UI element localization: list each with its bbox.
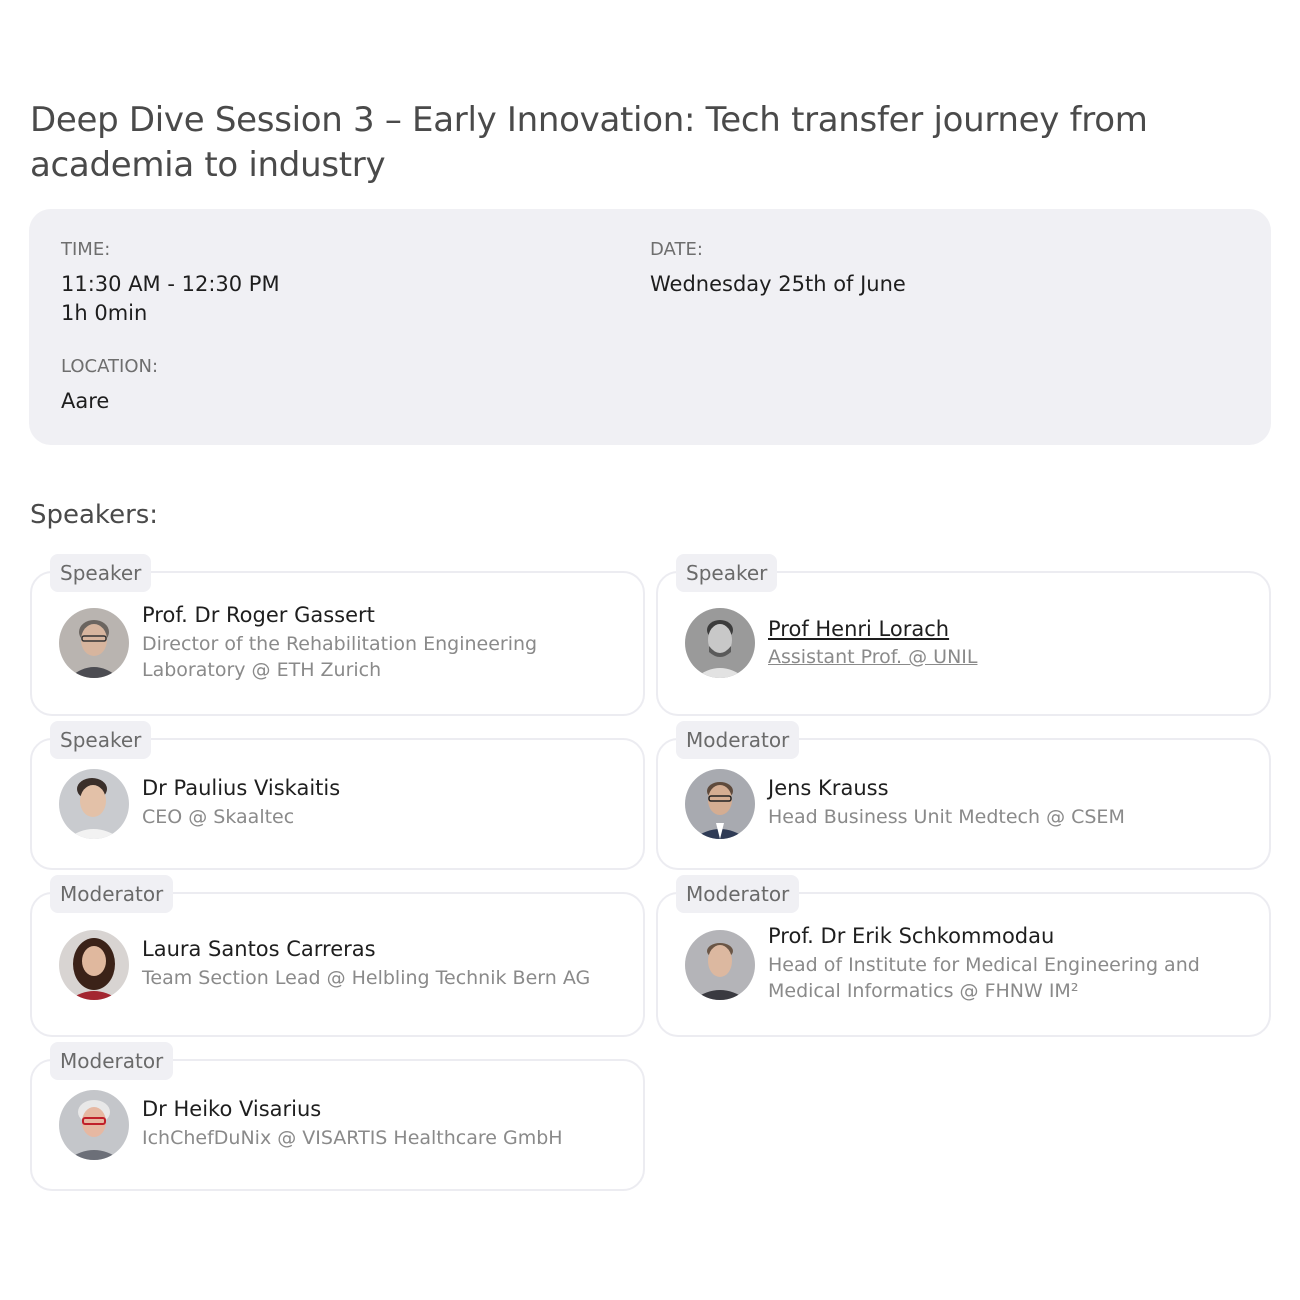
speaker-card: Speaker Dr Paulius Viskaitis CEO @ Skaal…	[30, 721, 645, 871]
person-photo-icon	[685, 769, 755, 839]
speaker-name: Prof. Dr Roger Gassert	[142, 603, 375, 627]
role-tag: Speaker	[50, 554, 152, 592]
speaker-card: Moderator Dr Heiko Visarius IchChefDuNix…	[30, 1042, 645, 1192]
person-photo-icon	[59, 1090, 129, 1160]
role-tag: Speaker	[676, 554, 778, 592]
speaker-title: Head Business Unit Medtech @ CSEM	[768, 806, 1125, 828]
location-value: Aare	[61, 389, 110, 413]
time-label: TIME:	[61, 239, 111, 260]
location-block: LOCATION: Aare	[61, 356, 158, 416]
person-photo-icon	[59, 769, 129, 839]
session-title: Deep Dive Session 3 – Early Innovation: …	[30, 100, 1148, 185]
date-label: DATE:	[650, 239, 703, 260]
speaker-card: Moderator Prof. Dr Erik Schkommodau Head…	[656, 875, 1271, 1037]
person-photo-icon	[59, 930, 129, 1000]
session-info-panel: TIME: 11:30 AM - 12:30 PM 1h 0min DATE: …	[29, 209, 1271, 445]
speaker-card: Speaker Prof Henri Lorach Assistant Prof…	[656, 554, 1271, 716]
speaker-name-link[interactable]: Prof Henri Lorach	[768, 615, 949, 643]
avatar[interactable]	[59, 608, 129, 678]
speaker-title: Director of the Rehabilitation Engineeri…	[142, 633, 538, 681]
role-tag: Moderator	[676, 875, 800, 913]
avatar[interactable]	[685, 769, 755, 839]
speaker-name: Prof. Dr Erik Schkommodau	[768, 924, 1055, 948]
role-tag: Moderator	[676, 721, 800, 759]
avatar[interactable]	[685, 608, 755, 678]
speakers-heading: Speakers:	[30, 500, 159, 530]
avatar[interactable]	[685, 930, 755, 1000]
speaker-title: IchChefDuNix @ VISARTIS Healthcare GmbH	[142, 1127, 563, 1149]
speaker-name: Dr Paulius Viskaitis	[142, 776, 341, 800]
speaker-title: Team Section Lead @ Helbling Technik Ber…	[142, 967, 591, 989]
speaker-card: Moderator Jens Krauss Head Business Unit…	[656, 721, 1271, 871]
avatar[interactable]	[59, 1090, 129, 1160]
speaker-name: Dr Heiko Visarius	[142, 1097, 322, 1121]
role-tag: Speaker	[50, 721, 152, 759]
speaker-card: Speaker Prof. Dr Roger Gassert Director …	[30, 554, 645, 716]
time-range: 11:30 AM - 12:30 PM	[61, 272, 280, 296]
person-photo-icon	[685, 608, 755, 678]
speaker-title: Head of Institute for Medical Engineerin…	[768, 954, 1200, 1002]
person-photo-icon	[59, 608, 129, 678]
person-photo-icon	[685, 930, 755, 1000]
avatar[interactable]	[59, 930, 129, 1000]
speaker-name: Jens Krauss	[768, 776, 889, 800]
role-tag: Moderator	[50, 875, 174, 913]
avatar[interactable]	[59, 769, 129, 839]
duration: 1h 0min	[61, 301, 148, 325]
speaker-title: CEO @ Skaaltec	[142, 806, 295, 828]
speaker-card: Moderator Laura Santos Carreras Team Sec…	[30, 875, 645, 1037]
date-block: DATE: Wednesday 25th of June	[650, 239, 906, 299]
location-label: LOCATION:	[61, 356, 159, 377]
time-block: TIME: 11:30 AM - 12:30 PM 1h 0min	[61, 239, 280, 328]
date-value: Wednesday 25th of June	[650, 272, 906, 296]
speaker-title-link[interactable]: Assistant Prof. @ UNIL	[768, 644, 1238, 670]
speaker-name: Laura Santos Carreras	[142, 937, 376, 961]
role-tag: Moderator	[50, 1042, 174, 1080]
